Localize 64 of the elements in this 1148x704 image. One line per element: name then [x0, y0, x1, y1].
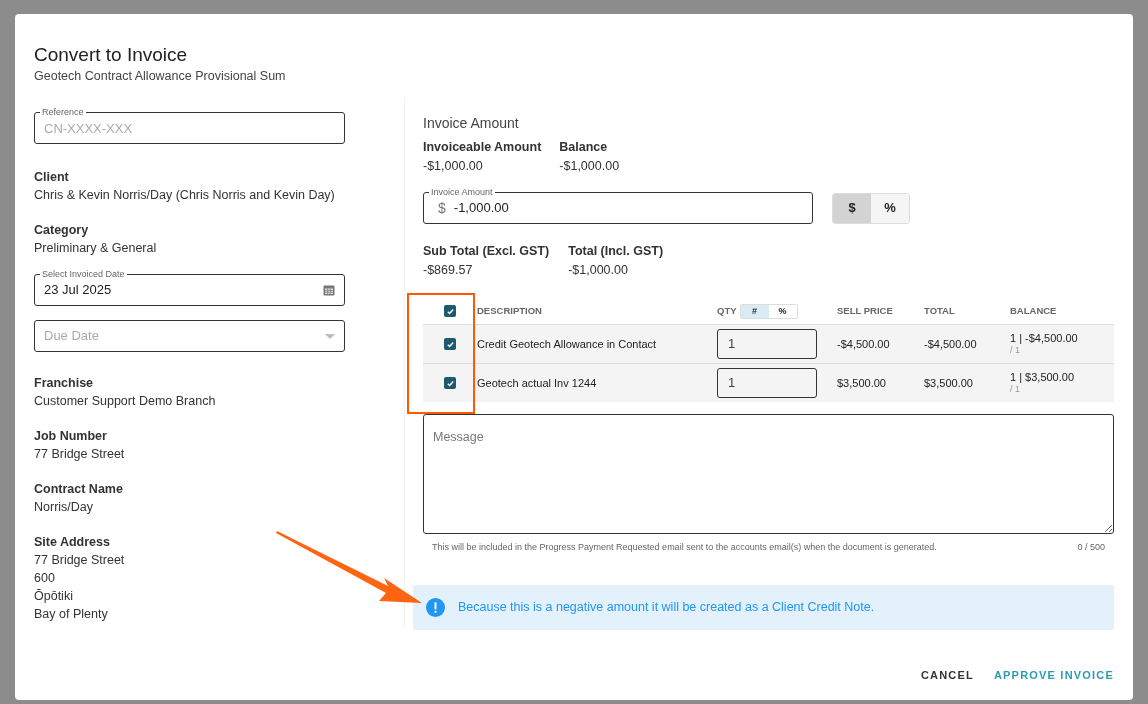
detail-value: Bay of Plenty	[34, 606, 109, 623]
dropdown-caret-icon	[325, 333, 335, 339]
checkbox[interactable]	[444, 338, 456, 350]
detail-label: Site Address	[34, 534, 111, 551]
qty-mode-toggle[interactable]: #	[740, 304, 769, 318]
total-value: -$869.57	[423, 262, 474, 279]
sell-price-cell-text: $3,500.00	[837, 375, 887, 391]
detail-value: Customer Support Demo Branch	[34, 393, 217, 410]
detail-label: Contract Name	[34, 481, 124, 498]
detail-label: Franchise	[34, 375, 95, 392]
column-header: QTY	[717, 303, 737, 318]
dialog-subtitle: Geotech Contract Allowance Provisional Sum	[34, 68, 287, 85]
description-cell-text: Geotech actual Inv 1244	[477, 375, 598, 391]
detail-value: Preliminary & General	[34, 240, 158, 257]
detail-value: 77 Bridge Street	[34, 446, 126, 463]
description-cell-text: Credit Geotech Allowance in Contact	[477, 336, 658, 352]
amount-value: -1,000.00	[453, 199, 509, 218]
mode-toggle[interactable]: $	[833, 193, 871, 223]
total-label: Sub Total (Excl. GST)	[423, 243, 550, 260]
helper-text: This will be included in the Progress Payment Requested email sent to the accounts email(s) when the document is generated.	[432, 541, 937, 554]
section-heading: Invoice Amount	[423, 114, 520, 132]
total-cell-text: -$4,500.00	[924, 336, 978, 352]
field-label: Reference	[40, 108, 86, 117]
info-icon	[426, 597, 445, 617]
detail-value: Chris & Kevin Norris/Day (Chris Norris and Kevin Day)	[34, 187, 336, 204]
character-counter: 0 / 500	[1077, 541, 1105, 554]
mode-toggle[interactable]: %	[871, 193, 909, 223]
column-header: TOTAL	[924, 303, 956, 318]
field-label: Invoice Amount	[429, 188, 495, 197]
qty-field[interactable]: 1	[717, 329, 817, 359]
detail-value: 600	[34, 570, 56, 587]
field-label: Select Invoiced Date	[40, 270, 127, 279]
summary-value: -$1,000.00	[423, 158, 484, 175]
balance-quantity: / 1	[1010, 384, 1021, 395]
total-value: -$1,000.00	[568, 262, 629, 279]
total-label: Total (Incl. GST)	[568, 243, 664, 260]
checkbox[interactable]	[444, 377, 456, 389]
balance-cell: 1 | -$4,500.00	[1010, 332, 1078, 345]
column-header: SELL PRICE	[837, 303, 894, 318]
qty-field[interactable]: 1	[717, 368, 817, 398]
select-placeholder: Due Date	[44, 327, 99, 346]
sell-price-cell-text: -$4,500.00	[837, 336, 891, 352]
column-header: BALANCE	[1010, 303, 1057, 318]
detail-label: Job Number	[34, 428, 108, 445]
alert-message: Because this is a negative amount it will be created as a Client Credit Note.	[458, 598, 875, 616]
dialog-title: Convert to Invoice	[34, 44, 189, 66]
date-value: 23 Jul 2025	[44, 281, 112, 300]
cancel-button[interactable]: CANCEL	[920, 666, 974, 683]
detail-value: Ōpōtiki	[34, 588, 74, 605]
calendar-icon	[323, 284, 335, 296]
balance-cell: 1 | $3,500.00	[1010, 371, 1075, 384]
summary-label: Invoiceable Amount	[423, 139, 542, 156]
message-field[interactable]: Message	[423, 414, 1114, 534]
detail-value: 77 Bridge Street	[34, 552, 126, 569]
column-header: DESCRIPTION	[477, 303, 543, 318]
checkbox[interactable]	[444, 305, 456, 317]
total-cell-text: $3,500.00	[924, 375, 974, 391]
summary-value: -$1,000.00	[559, 158, 620, 175]
balance-quantity: / 1	[1010, 345, 1021, 356]
detail-label: Category	[34, 222, 90, 239]
detail-label: Client	[34, 169, 70, 186]
currency-prefix: $	[438, 198, 446, 218]
detail-value: Norris/Day	[34, 499, 95, 516]
summary-label: Balance	[559, 139, 609, 156]
